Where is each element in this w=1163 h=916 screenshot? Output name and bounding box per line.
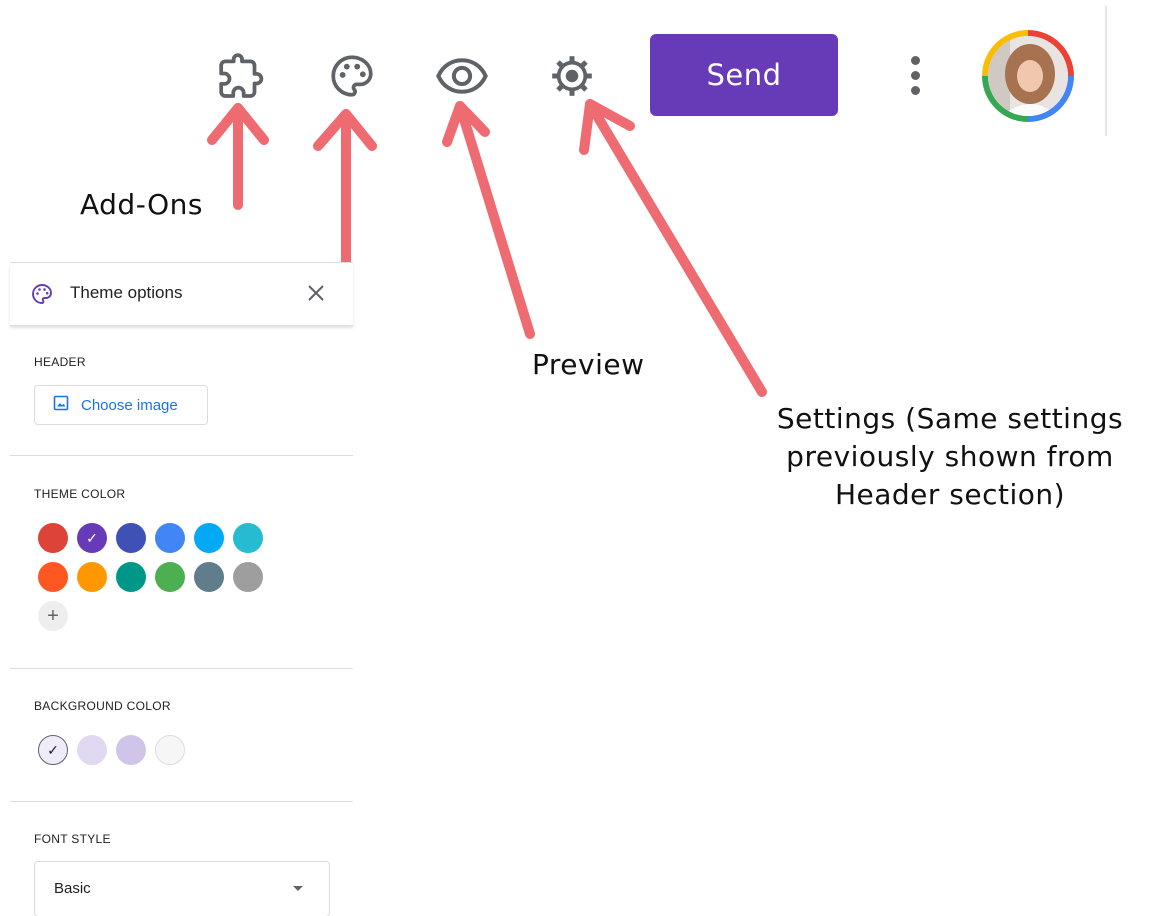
more-vert-icon[interactable] — [896, 50, 934, 100]
label-settings-line1: Settings (Same settings — [776, 402, 1124, 435]
dropdown-arrow-icon — [293, 886, 303, 891]
palette-icon[interactable] — [324, 48, 380, 104]
choose-image-label: Choose image — [81, 396, 178, 414]
label-settings-line3: Header section) — [834, 478, 1066, 511]
font-style-select[interactable]: Basic — [34, 861, 330, 916]
font-style-label: FONT STYLE — [34, 832, 111, 846]
close-icon[interactable] — [302, 279, 330, 307]
theme-color-swatch[interactable] — [233, 523, 263, 553]
choose-image-button[interactable]: Choose image — [34, 385, 208, 425]
stage: Send Add-Ons Preview Settings (Same sett… — [0, 0, 1163, 916]
background-color-swatch[interactable] — [116, 735, 146, 765]
background-color-swatch[interactable] — [155, 735, 185, 765]
arrowhead-preview — [442, 101, 490, 147]
header-label: HEADER — [34, 355, 86, 369]
background-color-swatch[interactable] — [77, 735, 107, 765]
theme-color-swatch[interactable] — [116, 523, 146, 553]
background-color-section — [10, 669, 353, 802]
theme-color-swatch[interactable]: ✓ — [77, 523, 107, 553]
background-color-label: BACKGROUND COLOR — [34, 699, 171, 713]
theme-color-swatch[interactable] — [77, 562, 107, 592]
theme-color-swatch[interactable] — [194, 523, 224, 553]
theme-color-swatch[interactable] — [116, 562, 146, 592]
label-preview: Preview — [532, 348, 645, 381]
theme-color-swatch[interactable] — [233, 562, 263, 592]
font-style-value: Basic — [54, 880, 91, 897]
theme-color-swatch[interactable] — [194, 562, 224, 592]
image-icon — [53, 395, 69, 415]
gear-icon[interactable] — [544, 48, 600, 104]
background-color-swatch[interactable]: ✓ — [38, 735, 68, 765]
plus-icon: + — [47, 604, 59, 627]
toolbar-divider — [1105, 6, 1107, 136]
panel-header: Theme options — [10, 263, 353, 326]
label-settings-line2: previously shown from — [786, 440, 1114, 473]
check-icon: ✓ — [47, 741, 59, 758]
panel-title: Theme options — [70, 283, 183, 302]
arrowhead-palette — [313, 109, 377, 151]
account-avatar[interactable] — [982, 30, 1074, 122]
theme-color-swatch[interactable] — [38, 523, 68, 553]
arrowhead-addons — [207, 103, 269, 145]
check-icon: ✓ — [86, 529, 98, 546]
theme-color-label: THEME COLOR — [34, 487, 126, 501]
theme-options-panel: Theme options HEADER Choose image THEME … — [10, 262, 353, 916]
avatar — [988, 36, 1068, 116]
arrow-preview — [455, 101, 535, 339]
eye-icon[interactable] — [434, 48, 490, 104]
arrowhead-settings — [579, 99, 635, 155]
label-addons: Add-Ons — [80, 188, 203, 221]
puzzle-icon[interactable] — [214, 48, 270, 104]
palette-icon — [30, 282, 54, 311]
theme-color-swatch[interactable] — [38, 562, 68, 592]
send-button[interactable]: Send — [650, 34, 838, 116]
theme-color-swatch[interactable] — [155, 523, 185, 553]
label-settings: Settings (Same settings previously shown… — [740, 400, 1160, 514]
theme-color-swatch[interactable] — [155, 562, 185, 592]
add-custom-color-button[interactable]: + — [38, 601, 68, 631]
